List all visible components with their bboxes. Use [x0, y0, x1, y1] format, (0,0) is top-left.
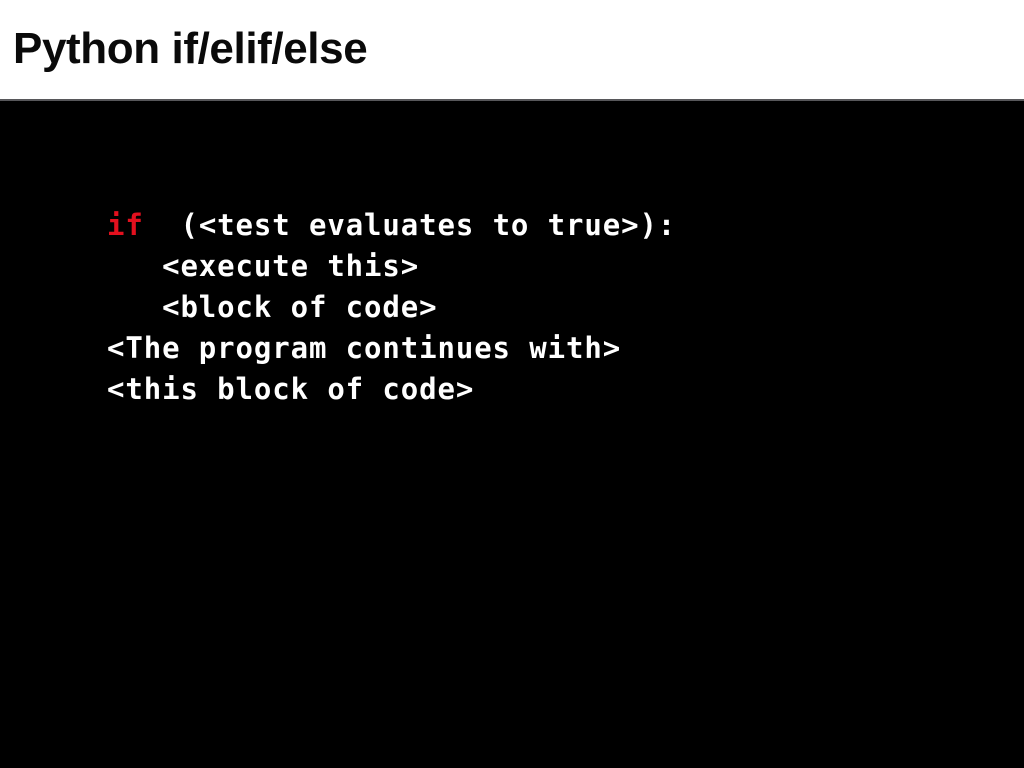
code-line-text: (<test evaluates to true>):: [143, 208, 677, 242]
code-line: <execute this>: [107, 246, 676, 287]
code-line-text: <The program continues with>: [107, 331, 622, 365]
code-line: <The program continues with>: [107, 328, 676, 369]
code-line-text: <this block of code>: [107, 372, 475, 406]
code-snippet: if (<test evaluates to true>): <execute …: [107, 205, 676, 410]
presentation-slide: Python if/elif/else if (<test evaluates …: [0, 0, 1024, 768]
code-line-text: <block of code>: [107, 290, 438, 324]
code-line: <block of code>: [107, 287, 676, 328]
code-line-text: <execute this>: [107, 249, 420, 283]
keyword-if: if: [107, 208, 144, 242]
code-line: if (<test evaluates to true>):: [107, 205, 676, 246]
slide-header-band: Python if/elif/else: [0, 0, 1024, 99]
slide-content-area: if (<test evaluates to true>): <execute …: [0, 101, 1024, 768]
page-title: Python if/elif/else: [13, 24, 368, 73]
code-line: <this block of code>: [107, 369, 676, 410]
